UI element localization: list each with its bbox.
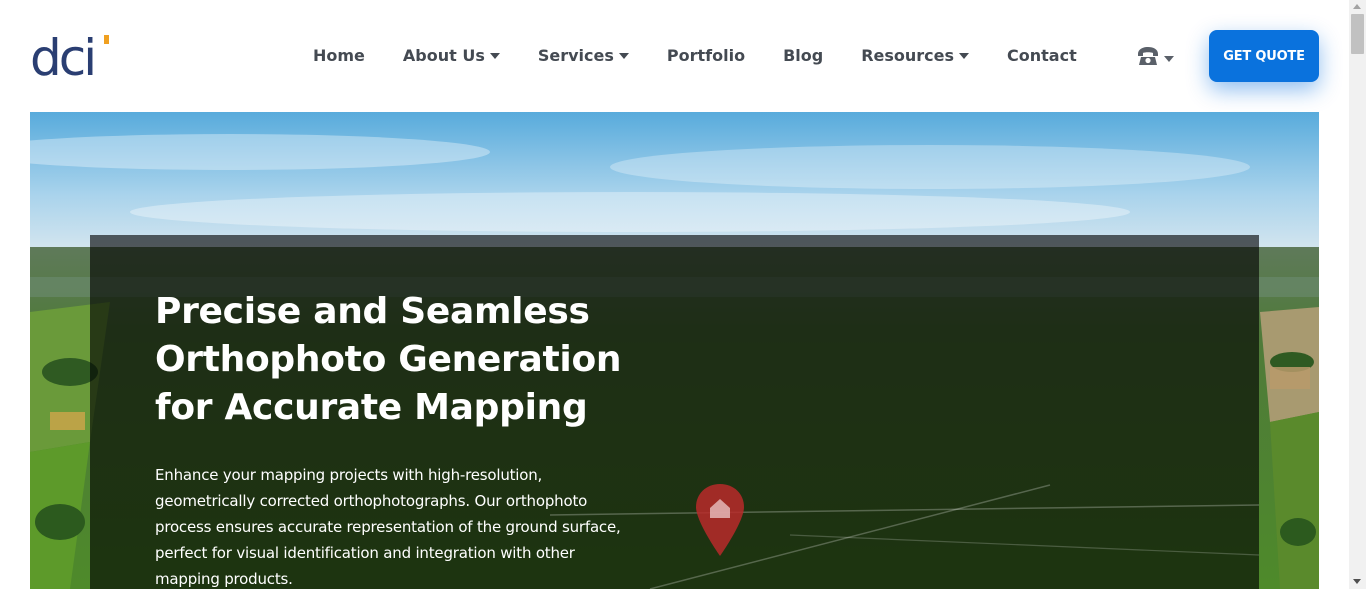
nav-item-label: Blog [783,46,824,65]
nav-item-portfolio[interactable]: Portfolio [667,46,745,65]
nav-item-label: About Us [402,46,485,65]
nav-item-label: Contact [1007,46,1077,65]
nav-item-label: Services [537,46,614,65]
hero-description: Enhance your mapping projects with high-… [155,466,621,588]
caret-down-icon [959,53,970,59]
site-header: dci Home About Us Services Portfolio Blo… [0,0,1349,112]
nav-item-label: Home [313,46,365,65]
map-pin-icon [696,484,744,556]
main-nav: Home About Us Services Portfolio Blog Re… [313,46,1077,65]
svg-text:dci: dci [30,33,94,81]
nav-item-contact[interactable]: Contact [1007,46,1077,65]
caret-down-icon [489,53,500,59]
phone-dropdown[interactable] [1136,45,1174,67]
nav-item-blog[interactable]: Blog [783,46,823,65]
scroll-thumb[interactable] [1351,14,1364,54]
nav-item-about-us[interactable]: About Us [403,46,500,65]
get-quote-button[interactable]: GET QUOTE [1209,30,1319,82]
vertical-scrollbar[interactable] [1349,0,1366,589]
hero-title: Precise and Seamless Orthophoto Generati… [155,291,622,428]
hero-section: Precise and Seamless Orthophoto Generati… [30,112,1319,589]
phone-icon [1138,47,1158,65]
nav-item-resources[interactable]: Resources [861,46,970,65]
caret-down-icon [1164,56,1174,62]
nav-item-services[interactable]: Services [538,46,629,65]
nav-item-label: Resources [861,46,955,65]
nav-item-label: Portfolio [666,46,746,65]
nav-item-home[interactable]: Home [313,46,365,65]
scroll-up-arrow-icon[interactable] [1353,4,1361,9]
scroll-down-arrow-icon[interactable] [1353,579,1361,584]
dci-logo[interactable]: dci [30,33,114,81]
caret-down-icon [618,53,629,59]
